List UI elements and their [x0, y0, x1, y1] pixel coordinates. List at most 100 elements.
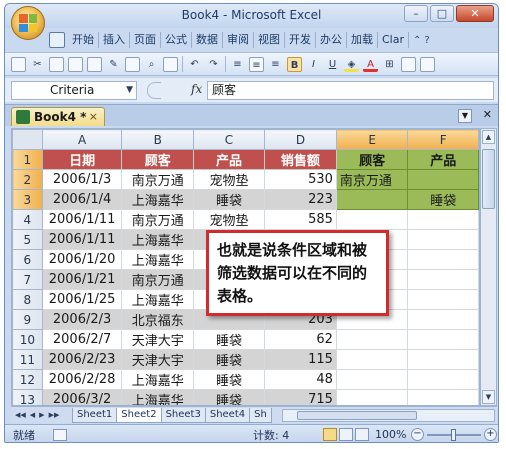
cell[interactable]: 上海嘉华 [121, 369, 194, 390]
zoom-out-icon[interactable]: − [411, 428, 424, 441]
open-icon[interactable] [87, 56, 102, 72]
cell[interactable]: 2006/1/11 [41, 229, 123, 250]
sheet-tab-sheet2[interactable]: Sheet2 [116, 407, 162, 423]
name-box-dropdown-icon[interactable]: ▼ [126, 82, 133, 99]
row-header[interactable]: 10 [12, 329, 43, 350]
row-header[interactable]: 1 [12, 149, 43, 170]
normal-view-icon[interactable] [323, 428, 337, 441]
select-all-corner[interactable] [12, 129, 43, 150]
column-header-e[interactable]: E [335, 129, 409, 150]
cell[interactable]: 上海嘉华 [121, 289, 194, 310]
cell-header-date[interactable]: 日期 [41, 149, 123, 170]
align-center-icon[interactable]: ≡ [249, 56, 264, 72]
first-sheet-icon[interactable]: ◀◀ [15, 411, 26, 419]
row-header[interactable]: 3 [12, 189, 43, 210]
row-header[interactable]: 2 [12, 169, 43, 190]
cell[interactable] [407, 229, 479, 250]
save-icon[interactable] [68, 56, 83, 72]
prev-sheet-icon[interactable]: ◀ [30, 411, 35, 419]
page-layout-view-icon[interactable] [339, 428, 353, 441]
sheet-tab-sheet3[interactable]: Sheet3 [160, 407, 206, 423]
scroll-down-icon[interactable]: ▼ [482, 390, 495, 404]
cell[interactable] [335, 369, 409, 390]
cell[interactable]: 62 [263, 329, 337, 350]
borders-icon[interactable]: ⊞ [382, 57, 397, 72]
workbook-close-icon[interactable]: × [89, 108, 98, 126]
column-header-c[interactable]: C [192, 129, 265, 150]
cut-icon[interactable]: ✂ [30, 57, 45, 72]
cell[interactable]: 睡袋 [192, 189, 265, 210]
zoom-in-icon[interactable]: + [484, 428, 497, 441]
cell[interactable] [407, 389, 479, 405]
criteria-header-product[interactable]: 产品 [407, 149, 479, 170]
formula-input[interactable]: 顾客 [207, 80, 494, 100]
next-sheet-icon[interactable]: ▶ [39, 411, 44, 419]
hscroll-thumb[interactable] [296, 410, 417, 420]
criteria-cell[interactable]: 南京万通 [335, 169, 409, 190]
cell[interactable] [407, 209, 479, 230]
cell[interactable]: 2006/1/11 [41, 209, 123, 230]
italic-icon[interactable]: I [306, 57, 321, 72]
cell[interactable]: 北京福东 [121, 309, 194, 330]
cell[interactable]: 48 [263, 369, 337, 390]
cell[interactable]: 585 [263, 209, 337, 230]
format-painter-icon[interactable]: ✎ [106, 57, 121, 72]
row-header[interactable]: 6 [12, 249, 43, 270]
font-color-icon[interactable]: A [363, 57, 378, 72]
cell[interactable]: 2006/1/20 [41, 249, 123, 270]
cell-header-customer[interactable]: 顾客 [121, 149, 194, 170]
bold-icon[interactable]: B [287, 56, 302, 72]
column-header-d[interactable]: D [263, 129, 337, 150]
zoom-slider-handle[interactable] [451, 428, 456, 441]
row-header[interactable]: 5 [12, 229, 43, 250]
tab-office[interactable]: 办公 [316, 32, 347, 48]
preview-icon[interactable] [163, 56, 178, 72]
row-header[interactable]: 11 [12, 349, 43, 370]
cell[interactable]: 530 [263, 169, 337, 190]
scroll-thumb[interactable] [482, 149, 495, 209]
cell[interactable] [335, 209, 409, 230]
cell[interactable] [407, 289, 479, 310]
row-header[interactable]: 12 [12, 369, 43, 390]
sheet-tab-sheet4[interactable]: Sheet4 [204, 407, 251, 423]
cell-header-sales[interactable]: 销售额 [263, 149, 337, 170]
paste-icon[interactable] [49, 56, 64, 72]
cell[interactable] [407, 269, 479, 290]
underline-icon[interactable]: U [325, 57, 340, 72]
cell[interactable]: 睡袋 [192, 389, 265, 405]
sheet-tab-sheet1[interactable]: Sheet1 [72, 407, 118, 423]
cell[interactable] [407, 349, 479, 370]
last-sheet-icon[interactable]: ▶▶ [49, 411, 60, 419]
cell[interactable]: 2006/2/3 [41, 309, 123, 330]
workbook-tab[interactable]: Book4 * × [11, 107, 105, 126]
cell[interactable]: 上海嘉华 [121, 249, 194, 270]
maximize-button[interactable]: □ [430, 5, 454, 22]
row-header[interactable]: 13 [12, 389, 43, 405]
cell[interactable]: 宠物垫 [192, 209, 265, 230]
cell[interactable]: 2006/3/2 [41, 389, 123, 405]
cell[interactable]: 上海嘉华 [121, 389, 194, 405]
cell[interactable] [335, 389, 409, 405]
cell[interactable]: 南京万通 [121, 169, 194, 190]
help-icon[interactable]: ? [424, 35, 429, 46]
tab-developer[interactable]: 开发 [285, 32, 316, 48]
cell-header-product[interactable]: 产品 [192, 149, 265, 170]
cell[interactable]: 2006/1/25 [41, 289, 123, 310]
criteria-cell[interactable]: 睡袋 [407, 189, 479, 210]
tab-review[interactable]: 审阅 [223, 32, 254, 48]
tab-insert[interactable]: 插入 [99, 32, 130, 48]
cell[interactable]: 2006/2/7 [41, 329, 123, 350]
cell[interactable]: 天津大宇 [121, 329, 194, 350]
tab-view[interactable]: 视图 [254, 32, 285, 48]
row-header[interactable]: 4 [12, 209, 43, 230]
cell[interactable]: 宠物垫 [192, 169, 265, 190]
scroll-up-icon[interactable]: ▲ [482, 130, 495, 144]
cell[interactable]: 2006/1/3 [41, 169, 123, 190]
align-right-icon[interactable]: ≡ [268, 57, 283, 72]
align-left-icon[interactable]: ≡ [230, 57, 245, 72]
tab-addins[interactable]: 加载 [347, 32, 378, 48]
cell[interactable]: 2006/1/21 [41, 269, 123, 290]
cell[interactable]: 睡袋 [192, 349, 265, 370]
cell[interactable]: 715 [263, 389, 337, 405]
function-button[interactable]: fx [137, 81, 207, 100]
